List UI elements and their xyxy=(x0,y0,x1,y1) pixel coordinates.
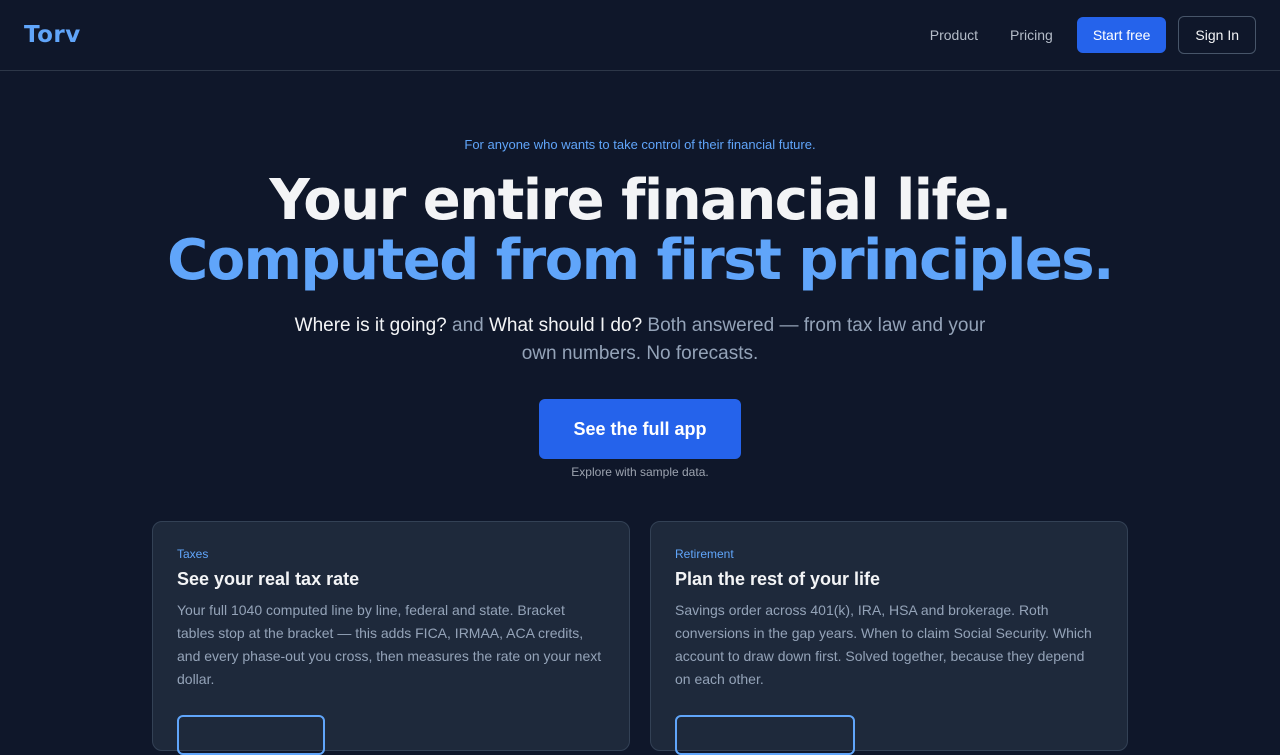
subtitle-question-1: Where is it going? xyxy=(294,315,447,336)
nav-link-product[interactable]: Product xyxy=(930,27,978,43)
see-full-app-button[interactable]: See the full app xyxy=(539,399,741,459)
card-action-button[interactable] xyxy=(177,715,325,755)
hero-title-line1: Your entire financial life. xyxy=(269,168,1012,233)
cta-note: Explore with sample data. xyxy=(571,465,709,479)
logo[interactable]: Torv xyxy=(24,22,81,48)
top-nav: Torv Product Pricing Start free Sign In xyxy=(0,0,1280,71)
hero-eyebrow: For anyone who wants to take control of … xyxy=(464,137,816,152)
card-tag: Retirement xyxy=(675,547,734,561)
card-action-button[interactable] xyxy=(675,715,855,755)
hero-title-line2: Computed from first principles. xyxy=(167,228,1114,293)
card-title: Plan the rest of your life xyxy=(675,569,881,589)
hero-subtitle: Where is it going? and What should I do?… xyxy=(290,312,990,368)
card-title: See your real tax rate xyxy=(177,569,360,589)
subtitle-and: and xyxy=(446,315,489,336)
card-tag: Taxes xyxy=(177,547,209,561)
feature-card-taxes: Taxes See your real tax rate Your full 1… xyxy=(152,521,630,755)
feature-card-retirement: Retirement Plan the rest of your life Sa… xyxy=(650,521,1128,755)
subtitle-question-2: What should I do? xyxy=(488,315,643,336)
nav-actions: Product Pricing Start free Sign In xyxy=(930,16,1256,54)
nav-link-pricing[interactable]: Pricing xyxy=(1010,27,1053,43)
sign-in-button[interactable]: Sign In xyxy=(1178,16,1256,54)
start-free-button[interactable]: Start free xyxy=(1076,17,1167,53)
card-body: Your full 1040 computed line by line, fe… xyxy=(177,602,602,687)
card-body: Savings order across 401(k), IRA, HSA an… xyxy=(675,602,1092,687)
